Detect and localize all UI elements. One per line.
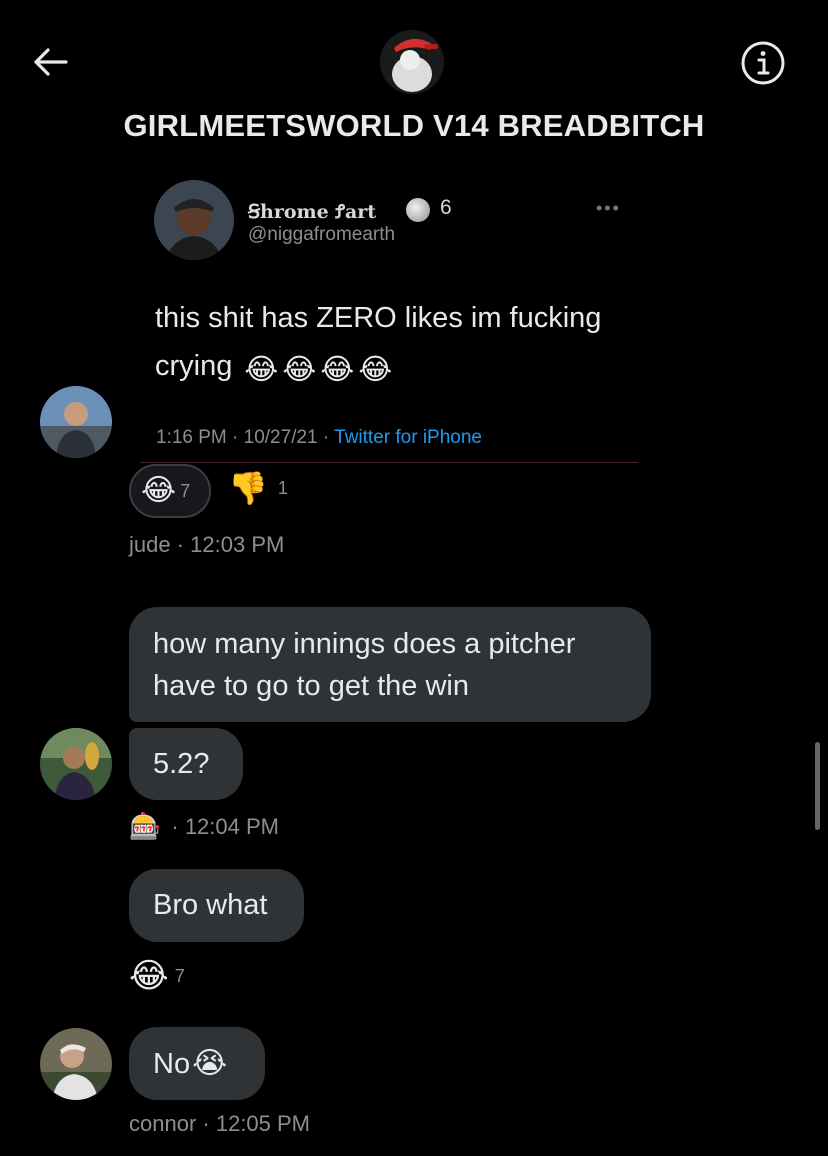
tweet-time: 1:16 PM · 10/27/21 · [156,427,335,448]
reaction-joy-selected[interactable]: 😂 7 [129,464,211,518]
message-time: · 12:04 PM [171,813,279,839]
message-meta: 🎰 · 12:04 PM [129,811,279,842]
info-button[interactable] [740,40,786,86]
arrow-left-icon [32,47,68,82]
thumbs-down-icon: 👎 [228,470,268,506]
sender-name: jude [129,532,171,557]
reaction-count: 7 [174,965,185,986]
tweet-author-handle: @niggafromearth [248,224,396,245]
tweet-author-avatar [154,180,234,260]
tweet-badge-count: 6 [440,196,452,219]
user-avatar-connor[interactable] [40,1028,112,1100]
reaction-count: 7 [180,480,191,501]
message-bubble[interactable]: 5.2? [129,728,243,800]
info-circle-icon [740,41,786,90]
message-meta: jude · 12:03 PM [129,532,284,558]
tweet-text: this shit has ZERO likes im fucking cryi… [155,294,625,390]
joy-emoji-icon: 😂 [358,354,393,386]
tweet-source: Twitter for iPhone [334,427,482,448]
message-meta: connor · 12:05 PM [129,1111,310,1137]
group-avatar[interactable] [380,30,444,94]
scrollbar[interactable] [815,742,820,830]
joy-emoji-icon: 😂 [141,474,177,507]
more-options-icon: ••• [596,198,621,218]
conversation-title[interactable]: GIRLMEETSWORLD V14 BREADBITCH [0,108,828,144]
loudly-crying-emoji-icon: 😭 [192,1046,228,1080]
message-bubble[interactable]: No 😭 [129,1027,265,1100]
tweet-meta: 1:16 PM · 10/27/21 · Twitter for iPhone [156,427,482,449]
reaction-count: 1 [277,477,288,498]
reaction-thumbs-down[interactable]: 👎 1 [228,470,288,506]
avatar [40,1028,112,1100]
slot-machine-icon: 🎰 [129,811,162,841]
joy-emoji-icon: 😂 [320,354,355,386]
user-avatar-sender[interactable] [40,728,112,800]
user-avatar-jude[interactable] [40,386,112,458]
back-button[interactable] [28,42,72,86]
message-time: · 12:03 PM [176,532,285,557]
moon-badge-icon [406,198,430,222]
avatar [40,728,112,800]
avatar [40,386,112,458]
message-time: · 12:05 PM [202,1111,311,1136]
message-bubble[interactable]: Bro what [129,869,304,942]
tweet-author-name: Ꞩhrome Ꝭart [248,201,377,223]
joy-emoji-icon: 😂 [282,354,317,386]
joy-emoji-icon: 😂 [129,957,169,995]
message-bubble[interactable]: how many innings does a pitcher have to … [129,607,651,722]
reaction-joy[interactable]: 😂 7 [129,956,185,996]
joy-emoji-icon: 😂 [244,354,279,386]
message-text: No [153,1047,191,1080]
sender-name: connor [129,1111,197,1136]
shared-tweet-image[interactable]: Ꞩhrome Ꝭart 6 @niggafromearth ••• this s… [140,168,638,463]
